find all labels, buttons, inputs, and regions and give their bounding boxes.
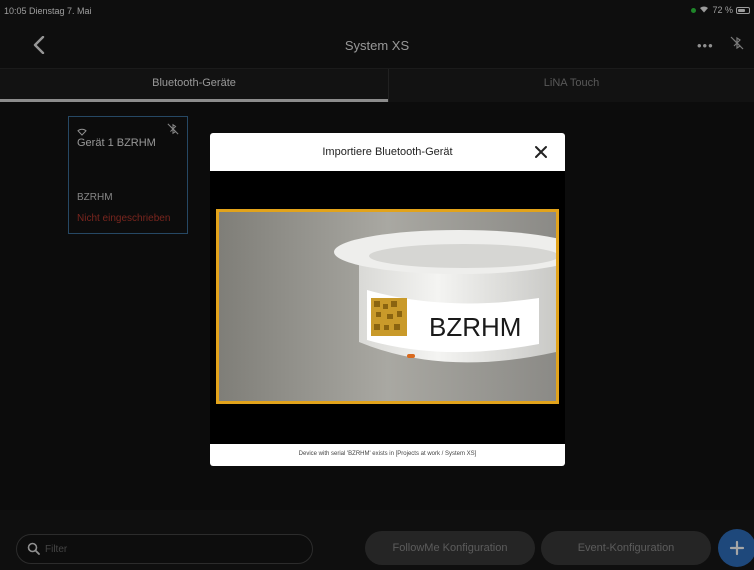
dialog-header: Importiere Bluetooth-Gerät <box>210 133 565 171</box>
recording-indicator-icon <box>691 7 697 13</box>
orange-mark <box>407 354 415 358</box>
wifi-status-icon <box>699 5 709 15</box>
battery-fill <box>738 8 746 12</box>
import-bluetooth-dialog: Importiere Bluetooth-Gerät BZRHM Device … <box>210 133 565 466</box>
tab-lina-touch[interactable]: LiNA Touch <box>389 69 754 103</box>
battery-percent: 72 % <box>712 5 733 15</box>
status-bar: 10:05 Dienstag 7. Mai 72 % <box>0 0 754 22</box>
event-config-button[interactable]: Event-Konfiguration <box>541 531 711 565</box>
page-title: System XS <box>344 38 410 53</box>
filter-field[interactable] <box>16 534 313 564</box>
device-card[interactable]: Gerät 1 BZRHM BZRHM Nicht eingeschrieben <box>68 116 188 234</box>
device-enrollment-status: Nicht eingeschrieben <box>77 213 171 224</box>
plus-icon <box>729 540 745 556</box>
search-icon <box>27 542 40 560</box>
device-top-inner <box>369 244 556 268</box>
bluetooth-disabled-icon <box>167 122 179 140</box>
dialog-title: Importiere Bluetooth-Gerät <box>322 146 453 158</box>
bluetooth-disabled-icon <box>730 36 744 50</box>
close-icon <box>535 146 547 158</box>
device-serial: BZRHM <box>77 192 113 203</box>
dialog-footer: Device with serial 'BZRHM' exists in [Pr… <box>210 444 565 466</box>
status-time-date: 10:05 Dienstag 7. Mai <box>4 6 92 16</box>
dialog-status-text: Device with serial 'BZRHM' exists in [Pr… <box>298 451 477 457</box>
followme-config-button[interactable]: FollowMe Konfiguration <box>365 531 535 565</box>
device-name: Gerät 1 BZRHM <box>77 137 156 149</box>
device-label-text: BZRHM <box>429 312 521 342</box>
dialog-close-button[interactable] <box>531 142 551 162</box>
more-options-button[interactable]: ••• <box>697 38 714 53</box>
qr-code <box>371 298 407 336</box>
tab-bluetooth-devices[interactable]: Bluetooth-Geräte <box>0 69 388 103</box>
camera-preview: BZRHM <box>216 209 559 404</box>
battery-icon <box>736 6 750 14</box>
bluetooth-toggle-button[interactable] <box>730 36 744 55</box>
filter-input[interactable] <box>45 540 295 558</box>
nav-bar: System XS ••• <box>0 22 754 68</box>
add-button[interactable] <box>718 529 754 567</box>
tab-bar: Bluetooth-Geräte LiNA Touch <box>0 68 754 103</box>
bottom-toolbar: FollowMe Konfiguration Event-Konfigurati… <box>0 510 754 570</box>
